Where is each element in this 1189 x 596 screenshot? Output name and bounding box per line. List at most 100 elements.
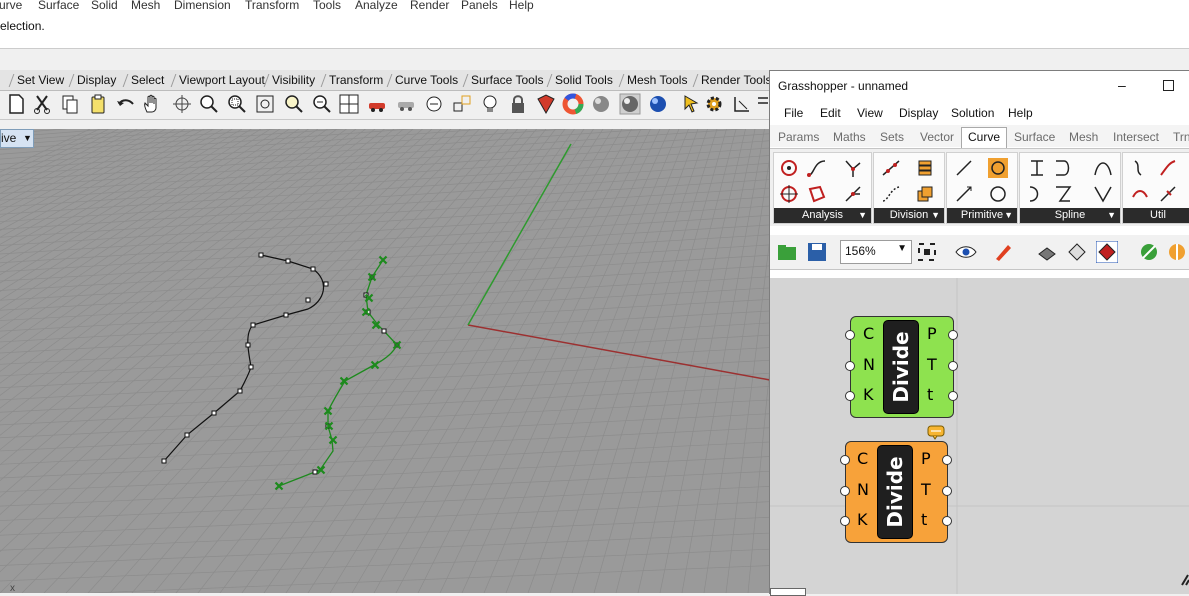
menu-render[interactable]: Render (410, 0, 449, 12)
tab-select[interactable]: Select (131, 73, 164, 87)
command-prompt-area[interactable] (0, 49, 1189, 69)
explode-icon[interactable] (1157, 183, 1179, 205)
layer-color-icon[interactable] (535, 93, 557, 115)
circle-cnr-icon[interactable] (987, 157, 1009, 179)
zoom-select[interactable]: 156% ▼ (840, 240, 912, 264)
input-grip[interactable] (845, 361, 855, 371)
tab-params[interactable]: Params (778, 130, 819, 144)
viewport-title-tab[interactable]: ive ▼ (0, 129, 34, 148)
control-point[interactable] (211, 410, 217, 416)
tab-visibility[interactable]: Visibility (272, 73, 315, 87)
input-grip[interactable] (840, 516, 850, 526)
menu-solid[interactable]: Solid (91, 0, 118, 12)
menu-transform[interactable]: Transform (245, 0, 299, 12)
control-point[interactable] (250, 322, 256, 328)
divide-curve-icon[interactable] (880, 157, 902, 179)
tab-render-tools[interactable]: Render Tools (701, 73, 772, 87)
maximize-button[interactable] (1163, 80, 1174, 91)
gh-menu-view[interactable]: View (857, 106, 883, 120)
control-point[interactable] (248, 364, 254, 370)
tab-set-view[interactable]: Set View (17, 73, 64, 87)
gh-canvas[interactable]: C N K Divide P T t C N K Divide P T t (770, 278, 1189, 596)
tab-curve[interactable]: Curve (961, 127, 1008, 149)
output-p[interactable]: P (921, 449, 931, 468)
dimension-tool-icon[interactable] (731, 93, 753, 115)
gh-menu-file[interactable]: File (784, 106, 803, 120)
viewport-menu-arrow-icon[interactable]: ▼ (23, 133, 32, 143)
gh-menu-edit[interactable]: Edit (820, 106, 841, 120)
component-body[interactable]: Divide (883, 320, 919, 414)
control-point[interactable] (184, 432, 190, 438)
paste-icon[interactable] (87, 93, 109, 115)
tab-display[interactable]: Display (77, 73, 116, 87)
control-point[interactable] (245, 342, 251, 348)
control-point[interactable] (381, 328, 387, 334)
control-point[interactable] (312, 469, 318, 475)
menu-help[interactable]: Help (509, 0, 534, 12)
open-file-icon[interactable] (776, 241, 798, 263)
named-views-icon[interactable] (366, 93, 388, 115)
offset-curve-icon[interactable] (1129, 157, 1151, 179)
undo-icon[interactable] (115, 93, 137, 115)
output-p[interactable]: P (927, 324, 937, 343)
panel-caption[interactable]: Division ▼ (874, 208, 944, 223)
gh-titlebar[interactable]: Grasshopper - unnamed – (770, 71, 1189, 101)
tab-sets[interactable]: Sets (880, 130, 904, 144)
curve-length-icon[interactable] (806, 157, 828, 179)
new-file-icon[interactable] (5, 93, 27, 115)
preview-shaded-icon[interactable] (1066, 241, 1088, 263)
input-n[interactable]: N (863, 355, 875, 374)
tab-mesh[interactable]: Mesh (1069, 130, 1098, 144)
menu-surface[interactable]: Surface (38, 0, 79, 12)
output-t-lower[interactable]: t (927, 385, 933, 404)
tangent-curve-icon[interactable] (1092, 183, 1114, 205)
menu-analyze[interactable]: Analyze (355, 0, 398, 12)
pointer-tool-icon[interactable] (681, 93, 703, 115)
zoom-window-icon[interactable] (226, 93, 248, 115)
curve-closest-icon[interactable] (842, 157, 864, 179)
kinky-curve-icon[interactable] (1052, 183, 1074, 205)
control-point[interactable] (161, 458, 167, 464)
output-t-upper[interactable]: T (921, 480, 931, 499)
curve-analysis-icon[interactable] (778, 157, 800, 179)
resize-handle-icon[interactable] (1180, 573, 1189, 587)
input-grip[interactable] (845, 330, 855, 340)
render-sphere-icon[interactable] (647, 93, 669, 115)
tab-viewport-layout[interactable]: Viewport Layout (179, 73, 265, 87)
control-point[interactable] (323, 281, 329, 287)
gh-menu-help[interactable]: Help (1008, 106, 1033, 120)
undo-view-icon[interactable] (311, 93, 333, 115)
component-body[interactable]: Divide (877, 445, 913, 539)
zoom-extents-icon[interactable] (254, 93, 276, 115)
warning-balloon-icon[interactable] (927, 425, 945, 440)
cut-icon[interactable] (31, 93, 53, 115)
output-grip[interactable] (942, 455, 952, 465)
control-point[interactable] (258, 252, 264, 258)
tab-surface[interactable]: Surface (1014, 130, 1055, 144)
output-t-lower[interactable]: t (921, 510, 927, 529)
tab-solid-tools[interactable]: Solid Tools (555, 73, 613, 87)
tab-transform[interactable]: Transform (329, 73, 383, 87)
pan-hand-icon[interactable] (141, 93, 163, 115)
curve-area-icon[interactable] (806, 183, 828, 205)
zoom-dynamic-icon[interactable] (198, 93, 220, 115)
output-grip[interactable] (948, 330, 958, 340)
menu-dimension[interactable]: Dimension (174, 0, 231, 12)
curve-point-icon[interactable] (778, 183, 800, 205)
divide-component-orange[interactable]: C N K Divide P T t (840, 441, 952, 543)
viewport-scene[interactable]: x (0, 129, 770, 593)
join-curves-icon[interactable] (1129, 183, 1151, 205)
input-c[interactable]: C (857, 449, 868, 468)
control-point[interactable] (285, 258, 291, 264)
input-k[interactable]: K (863, 385, 874, 404)
lightbulb-icon[interactable] (479, 93, 501, 115)
rotate-view-icon[interactable] (171, 93, 193, 115)
input-k[interactable]: K (857, 510, 868, 529)
tab-maths[interactable]: Maths (833, 130, 866, 144)
input-grip[interactable] (840, 486, 850, 496)
preview-wire-icon[interactable] (1036, 241, 1058, 263)
options-gear-icon[interactable] (703, 93, 725, 115)
tab-intersect[interactable]: Intersect (1113, 130, 1159, 144)
bezier-span-icon[interactable] (1092, 157, 1114, 179)
minimize-button[interactable]: – (1118, 77, 1126, 93)
